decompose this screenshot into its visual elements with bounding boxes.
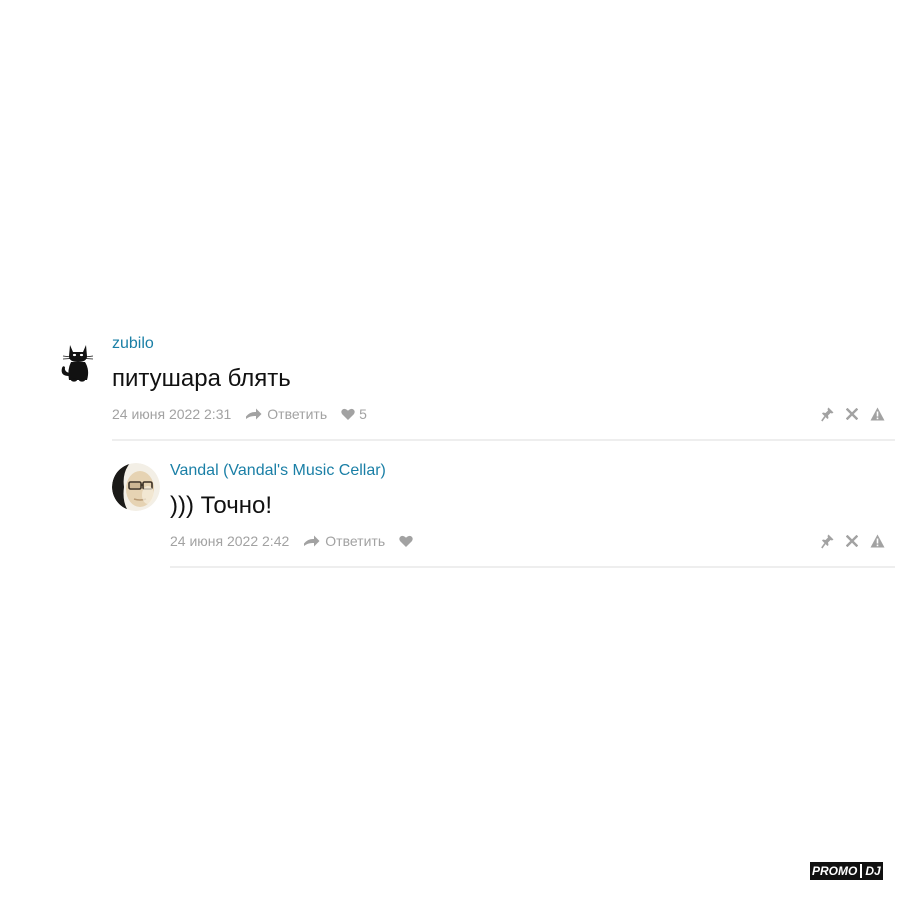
comment-text: питушара блять: [112, 365, 291, 392]
comment-author-link[interactable]: Vandal (Vandal's Music Cellar): [170, 461, 386, 481]
comment-actions: [810, 533, 885, 549]
comments-page: zubilo питушара блять 24 июня 2022 2:31 …: [0, 0, 900, 900]
heart-icon: [341, 408, 355, 420]
pin-icon[interactable]: [819, 406, 835, 422]
comment-date: 24 июня 2022 2:42: [170, 533, 290, 549]
comment-divider: [170, 566, 895, 568]
pin-icon[interactable]: [819, 533, 835, 549]
reply-arrow-icon: [304, 535, 320, 546]
warning-icon[interactable]: [869, 533, 885, 549]
comment-meta: 24 июня 2022 2:42 Ответить: [170, 530, 895, 552]
comment-author-link[interactable]: zubilo: [112, 334, 154, 354]
heart-icon: [399, 535, 413, 547]
comment-meta: 24 июня 2022 2:31 Ответить 5: [112, 403, 895, 425]
avatar[interactable]: [112, 463, 160, 511]
comment-text: ))) Точно!: [170, 492, 273, 519]
warning-icon[interactable]: [869, 406, 885, 422]
comment-divider: [112, 439, 895, 441]
black-cat-icon: [54, 336, 102, 384]
reply-label: Ответить: [325, 533, 386, 549]
comment-body: zubilo питушара блять 24 июня 2022 2:31 …: [112, 334, 895, 425]
reply-button[interactable]: Ответить: [303, 530, 385, 552]
comment-body: Vandal (Vandal's Music Cellar) ))) Точно…: [170, 461, 895, 552]
close-icon[interactable]: [844, 406, 860, 422]
like-button[interactable]: [399, 535, 417, 547]
reply-label: Ответить: [267, 406, 328, 422]
avatar[interactable]: [54, 336, 102, 384]
like-button[interactable]: 5: [341, 403, 367, 425]
logo-separator: [860, 864, 863, 878]
promodj-logo: PROMO DJ: [810, 862, 883, 880]
reply-button[interactable]: Ответить: [245, 403, 327, 425]
comment-date: 24 июня 2022 2:31: [112, 406, 232, 422]
user-photo: [112, 463, 160, 511]
close-icon[interactable]: [844, 533, 860, 549]
logo-text-dj: DJ: [865, 864, 881, 878]
like-count: 5: [359, 406, 367, 422]
logo-text-promo: PROMO: [812, 864, 858, 878]
reply-arrow-icon: [246, 408, 262, 419]
comment-actions: [810, 406, 885, 422]
